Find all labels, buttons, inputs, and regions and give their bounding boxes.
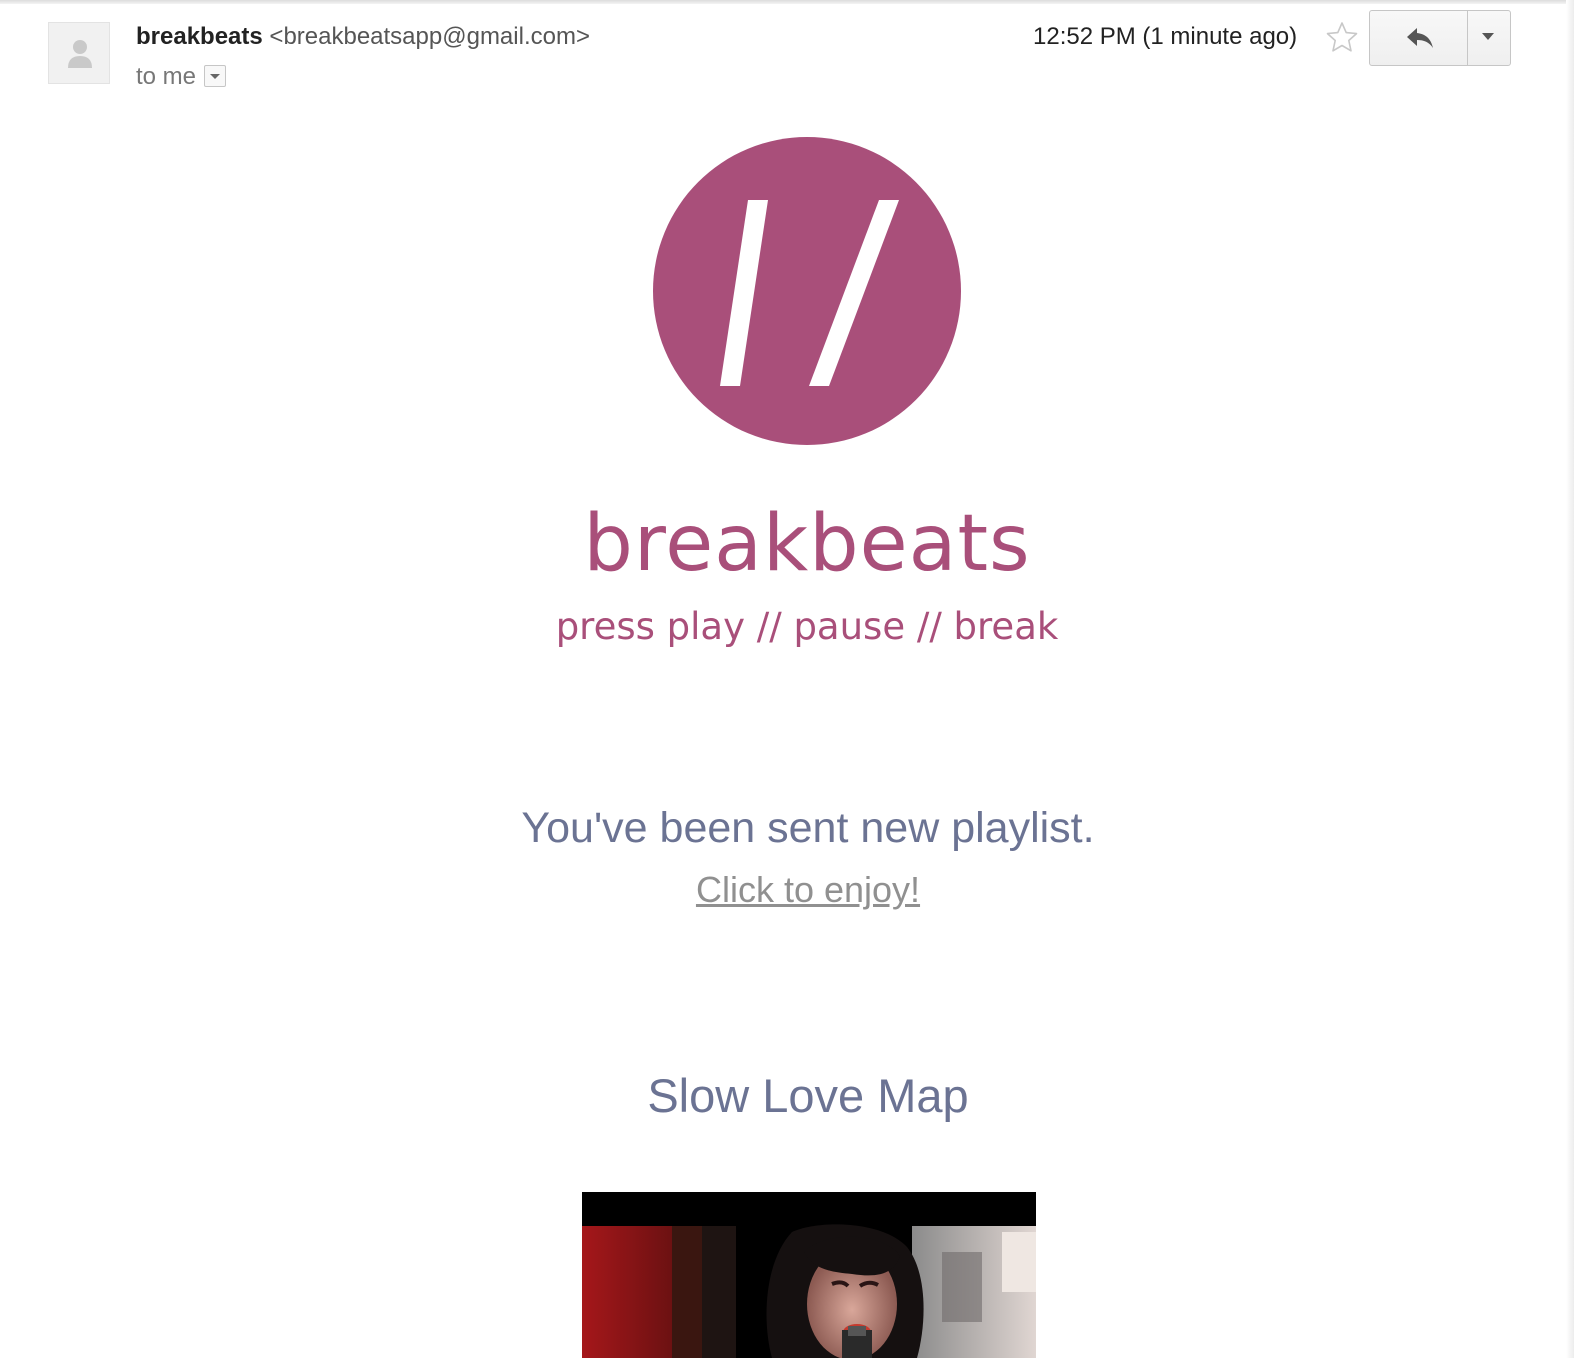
cta-link-row: Click to enjoy! bbox=[0, 866, 1574, 914]
brand-tagline: press play // pause // break bbox=[555, 605, 1059, 648]
playlist-thumbnail[interactable] bbox=[582, 1192, 1036, 1358]
message-headline: You've been sent new playlist. bbox=[521, 804, 1095, 852]
top-divider bbox=[0, 0, 1574, 4]
reply-button[interactable] bbox=[1370, 11, 1468, 65]
recipient-label: to me bbox=[136, 63, 197, 90]
star-outline-icon[interactable] bbox=[1326, 21, 1358, 58]
sender-name[interactable]: breakbeats bbox=[136, 23, 263, 50]
email-timestamp: 12:52 PM (1 minute ago) bbox=[1033, 23, 1298, 50]
sender-email: <breakbeatsapp@gmail.com> bbox=[269, 23, 590, 50]
brand-name: breakbeats bbox=[583, 499, 1031, 589]
reply-button-group bbox=[1369, 10, 1511, 66]
reply-arrow-icon bbox=[1407, 28, 1433, 48]
more-options-button[interactable] bbox=[1468, 11, 1510, 65]
playlist-title: Slow Love Map bbox=[647, 1069, 969, 1122]
sender-avatar bbox=[48, 22, 110, 84]
click-to-enjoy-link[interactable]: Click to enjoy! bbox=[696, 869, 920, 910]
sender-line: breakbeats <breakbeatsapp@gmail.com> bbox=[136, 22, 590, 52]
scroll-edge bbox=[1566, 0, 1574, 1358]
email-view: breakbeats <breakbeatsapp@gmail.com> to … bbox=[0, 0, 1574, 1358]
recipient-line: to me bbox=[136, 62, 227, 92]
person-icon bbox=[68, 40, 92, 68]
breakbeats-logo bbox=[652, 136, 964, 453]
details-dropdown-button[interactable] bbox=[204, 64, 227, 87]
